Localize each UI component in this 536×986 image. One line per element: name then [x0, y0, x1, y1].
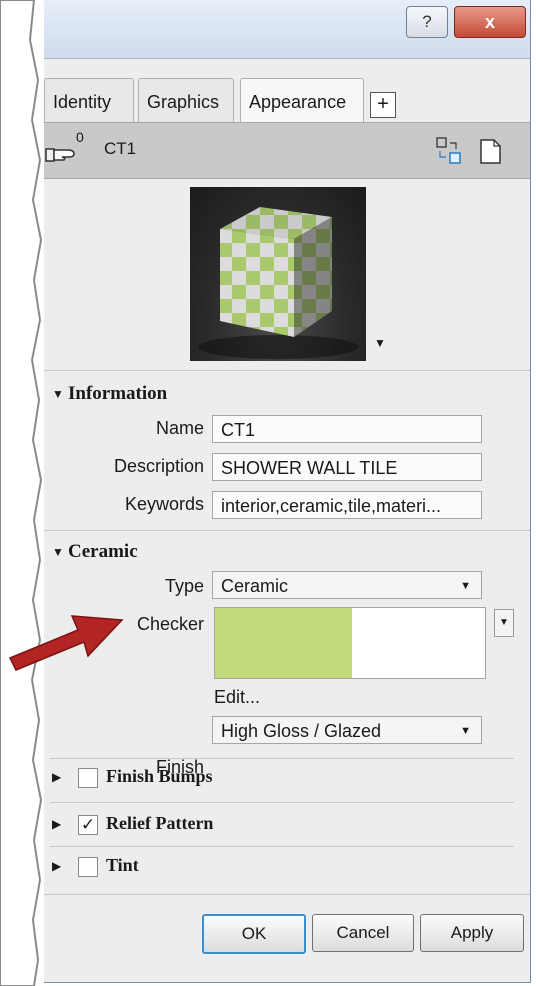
keywords-label: Keywords [124, 494, 204, 514]
divider [30, 894, 530, 895]
checker-color-1 [215, 608, 352, 678]
name-field[interactable]: CT1 [212, 415, 482, 443]
cancel-button[interactable]: Cancel [312, 914, 414, 952]
user-count: 0 [76, 129, 84, 145]
type-label: Type [164, 576, 204, 596]
tile-cube-thumbnail [198, 207, 358, 359]
relief-pattern-checkbox[interactable]: ✓ [78, 815, 98, 835]
divider [50, 802, 514, 803]
checker-swatch[interactable] [214, 607, 486, 679]
relief-pattern-label: Relief Pattern [106, 813, 214, 833]
chevron-down-icon: ▼ [460, 580, 471, 592]
torn-edge-decoration [0, 0, 44, 986]
appearance-dialog: ? x Identity Graphics Appearance + 0 CT1 [30, 0, 531, 983]
description-label: Description [113, 456, 204, 476]
material-preview [190, 187, 366, 361]
asset-name: CT1 [104, 139, 137, 158]
collapse-icon[interactable]: ▼ [52, 387, 64, 401]
collapse-icon[interactable]: ▼ [52, 545, 64, 559]
tab-identity[interactable]: Identity [44, 78, 134, 122]
expand-icon[interactable]: ▶ [52, 859, 61, 873]
divider [50, 846, 514, 847]
preview-options-icon[interactable]: ▼ [374, 336, 386, 350]
add-tab-button[interactable]: + [370, 92, 396, 118]
close-button[interactable]: x [454, 6, 526, 38]
new-document-icon[interactable] [478, 137, 506, 165]
tint-checkbox[interactable] [78, 857, 98, 877]
type-dropdown[interactable]: Ceramic ▼ [212, 571, 482, 599]
finish-dropdown[interactable]: High Gloss / Glazed ▼ [212, 716, 482, 744]
ceramic-title: Ceramic [68, 541, 138, 562]
chevron-down-icon: ▼ [460, 725, 471, 737]
asset-header: 0 CT1 [30, 122, 530, 179]
expand-icon[interactable]: ▶ [52, 770, 61, 784]
help-button[interactable]: ? [406, 6, 448, 38]
tint-label: Tint [106, 855, 139, 875]
information-section: ▼ Information Name CT1 Description SHOWE… [30, 370, 530, 531]
apply-button[interactable]: Apply [420, 914, 524, 952]
duplicate-icon[interactable] [436, 137, 462, 165]
expand-icon[interactable]: ▶ [52, 817, 61, 831]
tab-graphics[interactable]: Graphics [138, 78, 234, 122]
checker-options-button[interactable]: ▼ [494, 609, 514, 637]
finish-value: High Gloss / Glazed [221, 721, 382, 741]
type-value: Ceramic [221, 576, 289, 596]
divider [50, 758, 514, 759]
tab-strip: Identity Graphics Appearance + [30, 78, 530, 124]
annotation-arrow-icon [8, 615, 124, 671]
hand-icon [45, 148, 75, 162]
description-field[interactable]: SHOWER WALL TILE [212, 453, 482, 481]
tab-appearance[interactable]: Appearance [240, 78, 364, 124]
ok-button[interactable]: OK [202, 914, 306, 954]
finish-bumps-label: Finish Bumps [106, 766, 213, 786]
title-bar: ? x [30, 0, 530, 59]
finish-bumps-checkbox[interactable] [78, 768, 98, 788]
information-title: Information [68, 383, 168, 404]
edit-link[interactable]: Edit... [214, 687, 260, 708]
keywords-field[interactable]: interior,ceramic,tile,materi... [212, 491, 482, 519]
name-label: Name [155, 418, 204, 438]
